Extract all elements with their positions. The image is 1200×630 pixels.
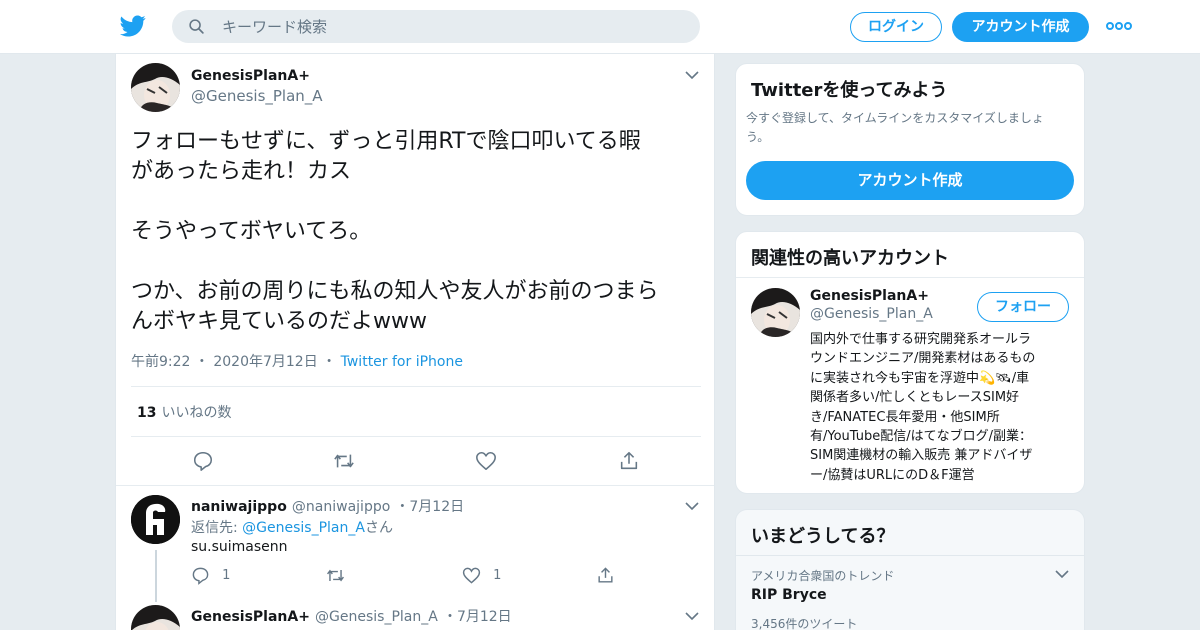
reply-icon[interactable]: [192, 450, 214, 472]
chevron-down-icon[interactable]: [1055, 570, 1069, 579]
reply-count: 1: [222, 568, 231, 583]
trends-card-title: いまどうしてる？: [751, 526, 895, 547]
share-icon[interactable]: [618, 450, 640, 472]
author-avatar[interactable]: [131, 63, 180, 112]
reply-author-avatar[interactable]: [131, 495, 180, 544]
reply-icon: [192, 567, 209, 585]
heart-icon[interactable]: [475, 450, 497, 472]
author-name[interactable]: GenesisPlanA+: [191, 68, 310, 84]
trend-name[interactable]: RIP Bryce: [751, 587, 827, 603]
divider: [131, 386, 701, 387]
chevron-down-icon[interactable]: [685, 71, 699, 80]
chevron-down-icon[interactable]: [685, 612, 699, 621]
trend-context: アメリカ合衆国のトレンド: [751, 569, 895, 583]
related-account-name[interactable]: GenesisPlanA+: [810, 288, 929, 304]
trends-card: いまどうしてる？ アメリカ合衆国のトレンド RIP Bryce 3,456件のツ…: [735, 509, 1085, 630]
reply-date[interactable]: 7月12日: [409, 499, 464, 515]
like-label: いいねの数: [161, 405, 232, 421]
reply-header: GenesisPlanA+ @Genesis_Plan_A ・7月12日: [191, 609, 512, 625]
tweet-paragraph: フォローもせずに、ずっと引用RTで陰口叩いてる暇 があったら走れ！カス: [131, 129, 641, 184]
follow-button[interactable]: フォロー: [977, 292, 1069, 322]
login-button[interactable]: ログイン: [850, 12, 942, 42]
reply-text: su.suimasenn: [191, 539, 288, 555]
tweet-time[interactable]: 午前9:22: [131, 354, 190, 370]
search-input[interactable]: [222, 10, 682, 43]
related-account-handle[interactable]: @Genesis_Plan_A: [810, 306, 933, 322]
divider: [131, 436, 701, 437]
top-bar: ログイン アカウント作成: [0, 0, 1200, 54]
reply-author-handle[interactable]: @Genesis_Plan_A: [315, 609, 438, 625]
related-account-bio: 国内外で仕事する研究開発系オールラ ウンドエンジニア/開発素材はあるもの に実装…: [810, 332, 1036, 483]
reply-author-handle[interactable]: @naniwajippo: [292, 499, 390, 515]
reply-context: 返信先: @Genesis_Plan_Aさん: [191, 520, 393, 536]
search-box[interactable]: [172, 10, 700, 43]
signup-card-button[interactable]: アカウント作成: [746, 161, 1074, 200]
divider: [736, 277, 1084, 278]
tweet-date[interactable]: 2020年7月12日: [213, 354, 317, 370]
reply-share-action[interactable]: [596, 566, 615, 585]
signup-card: Twitterを使ってみよう 今すぐ登録して、タイムラインをカスタマイズしましょ…: [735, 63, 1085, 216]
retweet-icon[interactable]: [333, 450, 355, 472]
divider: [736, 555, 1084, 556]
like-stats[interactable]: 13 いいねの数: [137, 402, 231, 422]
tweet-column: GenesisPlanA+ @Genesis_Plan_A フォローもせずに、ず…: [115, 54, 715, 630]
more-dots-icon[interactable]: [1106, 20, 1132, 32]
author-handle[interactable]: @Genesis_Plan_A: [191, 87, 323, 105]
reply-header: naniwajippo @naniwajippo ・7月12日: [191, 499, 465, 515]
related-account-avatar[interactable]: [751, 288, 800, 337]
tweet-source-link[interactable]: Twitter for iPhone: [341, 354, 463, 370]
tweet-paragraph: そうやってボヤいてろ。: [131, 219, 372, 244]
tweet-text: フォローもせずに、ずっと引用RTで陰口叩いてる暇 があったら走れ！カス そうやって…: [131, 127, 701, 367]
related-card-title: 関連性の高いアカウント: [751, 248, 949, 269]
heart-icon: [462, 567, 481, 584]
share-icon: [598, 567, 613, 583]
signup-card-description: 今すぐ登録して、タイムラインをカスタマイズしましょ う。: [746, 111, 1044, 144]
tweet-meta: 午前9:22 ・ 2020年7月12日 ・ Twitter for iPhone: [131, 354, 463, 370]
signup-button[interactable]: アカウント作成: [952, 12, 1089, 42]
reply-author-name[interactable]: GenesisPlanA+: [191, 609, 310, 625]
divider: [116, 485, 714, 486]
reply-date[interactable]: 7月12日: [457, 609, 512, 625]
like-count: 13: [137, 405, 157, 421]
thread-line: [155, 550, 157, 602]
reply-reply-action[interactable]: 1: [191, 566, 230, 585]
reply-author-name[interactable]: naniwajippo: [191, 499, 287, 515]
reply-author-avatar[interactable]: [131, 605, 180, 630]
reply-to-link[interactable]: @Genesis_Plan_A: [242, 520, 365, 536]
chevron-down-icon[interactable]: [685, 502, 699, 511]
related-accounts-card: 関連性の高いアカウント GenesisPlanA+ @Genesis_Plan_…: [735, 231, 1085, 494]
signup-card-title: Twitterを使ってみよう: [751, 80, 948, 101]
reply-like-count: 1: [493, 568, 502, 583]
reply-like-action[interactable]: 1: [462, 566, 501, 585]
reply-retweet-action[interactable]: [326, 566, 345, 585]
retweet-icon: [327, 569, 344, 582]
search-icon: [189, 19, 204, 34]
trend-tweet-count: 3,456件のツイート: [751, 617, 858, 630]
twitter-bird-icon[interactable]: [120, 13, 146, 39]
tweet-paragraph: つか、お前の周りにも私の知人や友人がお前のつまら んボヤキ見ているのだよwww: [131, 279, 659, 334]
